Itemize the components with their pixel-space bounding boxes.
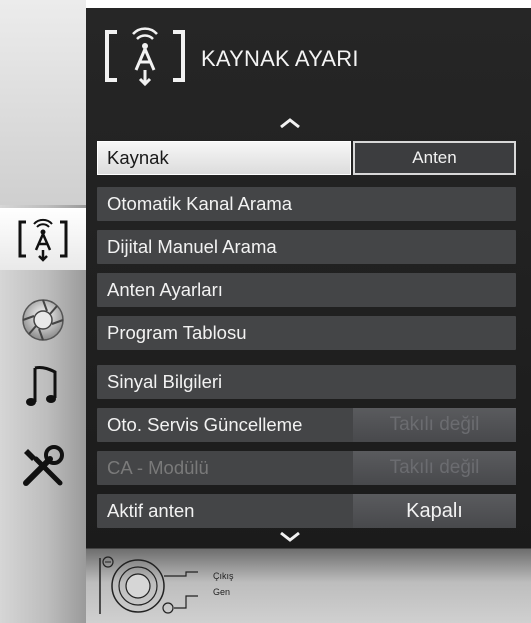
menu-item-anten-ayarlari[interactable]: Anten Ayarları (97, 273, 516, 307)
menu-item-oto-servis-guncelleme[interactable]: Oto. Servis Güncelleme Takılı değil (97, 408, 516, 442)
page-title: KAYNAK AYARI (201, 46, 359, 71)
menu-item-label: Anten Ayarları (107, 279, 223, 300)
menu-item-label: Program Tablosu (107, 322, 247, 343)
source-settings-icon[interactable] (14, 213, 72, 265)
menu-item-value: Takılı değil (353, 408, 516, 442)
menu-item-label: Aktif anten (107, 500, 195, 521)
scroll-up-icon (277, 116, 303, 130)
menu-item-label: Dijital Manuel Arama (107, 236, 277, 257)
sound-settings-icon[interactable] (14, 360, 72, 412)
scroll-down-icon (277, 530, 303, 544)
menu-item-ca-modulu: CA - Modülü Takılı değil (97, 451, 516, 485)
menu-item-label: Oto. Servis Güncelleme (107, 414, 303, 435)
menu-item-label: Otomatik Kanal Arama (107, 193, 293, 214)
tools-settings-icon[interactable] (14, 440, 72, 492)
back-label: Gen (213, 587, 231, 597)
menu-item-value: Takılı değil (353, 451, 516, 485)
menu-item-otomatik-kanal-arama[interactable]: Otomatik Kanal Arama (97, 187, 516, 221)
sidebar-top (0, 0, 86, 205)
menu-item-kaynak[interactable]: Kaynak Anten (97, 141, 516, 175)
menu-item-program-tablosu[interactable]: Program Tablosu (97, 316, 516, 350)
exit-label: Çıkış (213, 571, 234, 581)
menu-item-label: Sinyal Bilgileri (107, 371, 223, 392)
source-header-icon (99, 22, 191, 92)
remote-navigation-icon (94, 552, 214, 620)
menu-item-value[interactable]: Anten (353, 141, 516, 175)
menu-item-dijital-manuel-arama[interactable]: Dijital Manuel Arama (97, 230, 516, 264)
menu-item-sinyal-bilgileri[interactable]: Sinyal Bilgileri (97, 365, 516, 399)
menu-header: KAYNAK AYARI (95, 22, 515, 102)
menu-item-value[interactable]: Kapalı (353, 494, 516, 528)
menu-item-label: CA - Modülü (107, 457, 209, 478)
menu-item-label: Kaynak (107, 147, 169, 168)
picture-settings-icon[interactable] (14, 294, 72, 346)
menu-item-aktif-anten[interactable]: Aktif anten Kapalı (97, 494, 516, 528)
